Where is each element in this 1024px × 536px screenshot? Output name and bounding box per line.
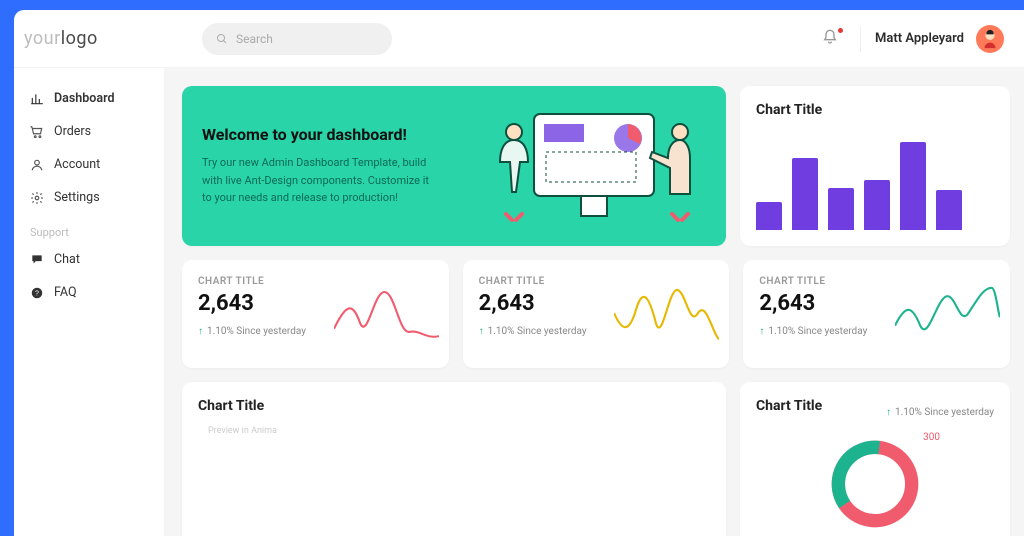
- topbar: yourlogo Search Matt Appleyard: [14, 10, 1024, 68]
- chart-icon: [30, 92, 44, 106]
- bar: [864, 180, 890, 230]
- bell-icon: [822, 29, 838, 45]
- user-name[interactable]: Matt Appleyard: [875, 31, 964, 46]
- sparkline: [895, 278, 1000, 348]
- donut-value: 300: [923, 432, 940, 443]
- grouped-bar-card: Chart Title Preview in Anima: [182, 382, 726, 536]
- chat-icon: [30, 253, 44, 267]
- main-content: Welcome to your dashboard! Try our new A…: [164, 68, 1024, 536]
- logo[interactable]: yourlogo: [24, 28, 174, 49]
- sidebar-item-account[interactable]: Account: [14, 148, 164, 181]
- divider: [860, 26, 861, 52]
- sidebar-item-faq[interactable]: ? FAQ: [14, 276, 164, 309]
- sidebar-item-label: Orders: [54, 124, 91, 139]
- search-placeholder: Search: [236, 32, 273, 46]
- welcome-body: Try our new Admin Dashboard Template, bu…: [202, 154, 432, 207]
- notifications-button[interactable]: [822, 29, 842, 49]
- bar: [936, 190, 962, 230]
- svg-text:?: ?: [35, 290, 39, 297]
- preview-label: Preview in Anima: [208, 426, 710, 436]
- sidebar-item-label: FAQ: [54, 285, 77, 300]
- stat-card-1: CHART TITLE 2,643 ↑1.10% Since yesterday: [463, 260, 730, 368]
- bar: [792, 158, 818, 230]
- bar: [756, 202, 782, 230]
- sidebar: Dashboard Orders Account Settings Suppor…: [14, 68, 164, 536]
- search-icon: [216, 33, 228, 45]
- sparkline: [614, 278, 719, 348]
- bar-chart-card: Chart Title: [740, 86, 1010, 246]
- search-input[interactable]: Search: [202, 23, 392, 55]
- welcome-card: Welcome to your dashboard! Try our new A…: [182, 86, 726, 246]
- sidebar-item-label: Dashboard: [54, 91, 115, 106]
- arrow-up-icon: ↑: [759, 326, 764, 337]
- chart-title: Chart Title: [756, 102, 994, 118]
- help-icon: ?: [30, 286, 44, 300]
- bar: [900, 142, 926, 230]
- logo-part2: logo: [61, 28, 98, 49]
- gear-icon: [30, 191, 44, 205]
- sidebar-item-settings[interactable]: Settings: [14, 181, 164, 214]
- chart-title: Chart Title: [198, 398, 710, 414]
- bar-chart: [756, 130, 994, 230]
- donut-chart: 300: [756, 434, 994, 534]
- bar: [828, 188, 854, 230]
- arrow-up-icon: ↑: [886, 407, 891, 418]
- sidebar-group-support: Support: [14, 214, 164, 243]
- chart-title: Chart Title: [756, 398, 822, 414]
- user-icon: [30, 158, 44, 172]
- sidebar-item-dashboard[interactable]: Dashboard: [14, 82, 164, 115]
- donut-card: Chart Title ↑1.10% Since yesterday 300: [740, 382, 1010, 536]
- sidebar-item-label: Settings: [54, 190, 100, 205]
- avatar-icon: [979, 28, 1001, 50]
- stat-card-0: CHART TITLE 2,643 ↑1.10% Since yesterday: [182, 260, 449, 368]
- welcome-title: Welcome to your dashboard!: [202, 125, 432, 144]
- avatar[interactable]: [976, 25, 1004, 53]
- sidebar-item-label: Chat: [54, 252, 80, 267]
- cart-icon: [30, 125, 44, 139]
- welcome-illustration: [486, 96, 706, 236]
- sidebar-item-chat[interactable]: Chat: [14, 243, 164, 276]
- logo-part1: your: [24, 28, 61, 49]
- sidebar-item-orders[interactable]: Orders: [14, 115, 164, 148]
- sparkline: [334, 278, 439, 348]
- stat-trend: ↑1.10% Since yesterday: [886, 407, 994, 418]
- arrow-up-icon: ↑: [479, 326, 484, 337]
- sidebar-item-label: Account: [54, 157, 100, 172]
- stat-card-2: CHART TITLE 2,643 ↑1.10% Since yesterday: [743, 260, 1010, 368]
- arrow-up-icon: ↑: [198, 326, 203, 337]
- grouped-bar-chart: [198, 442, 710, 532]
